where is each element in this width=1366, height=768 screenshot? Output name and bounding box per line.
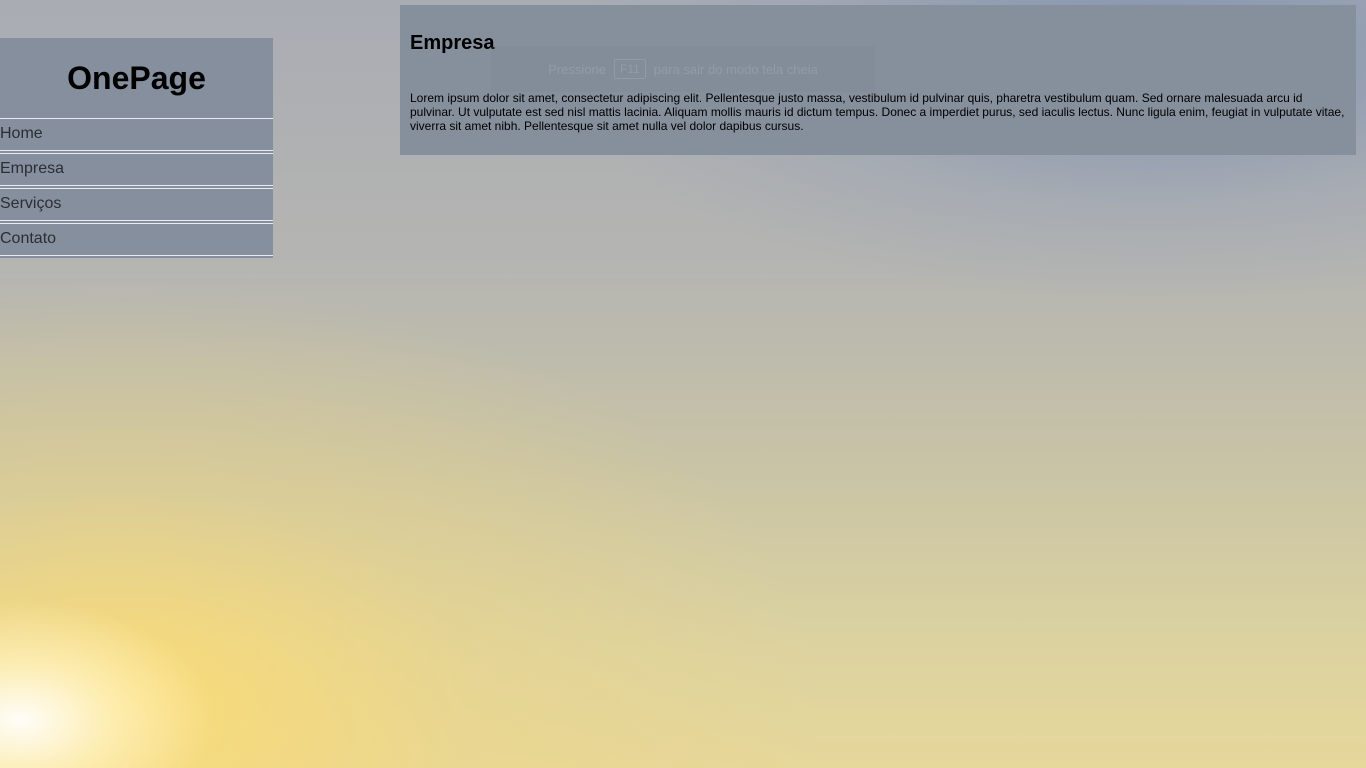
nav-item-contato[interactable]: Contato (0, 223, 273, 256)
fullscreen-hint-key: F11 (613, 59, 646, 79)
nav-divider (0, 256, 273, 258)
section-body: Lorem ipsum dolor sit amet, consectetur … (410, 91, 1345, 133)
nav-item-servicos[interactable]: Serviços (0, 188, 273, 221)
site-brand[interactable]: OnePage (0, 38, 273, 118)
fullscreen-hint-prefix: Pressione (548, 61, 606, 77)
nav-item-empresa[interactable]: Empresa (0, 153, 273, 186)
fullscreen-hint-suffix: para sair do modo tela cheia (653, 61, 818, 77)
sidebar: OnePage Home Empresa Serviços Contato (0, 38, 273, 258)
nav-item-home[interactable]: Home (0, 118, 273, 151)
fullscreen-hint: Pressione F11 para sair do modo tela che… (491, 46, 875, 92)
